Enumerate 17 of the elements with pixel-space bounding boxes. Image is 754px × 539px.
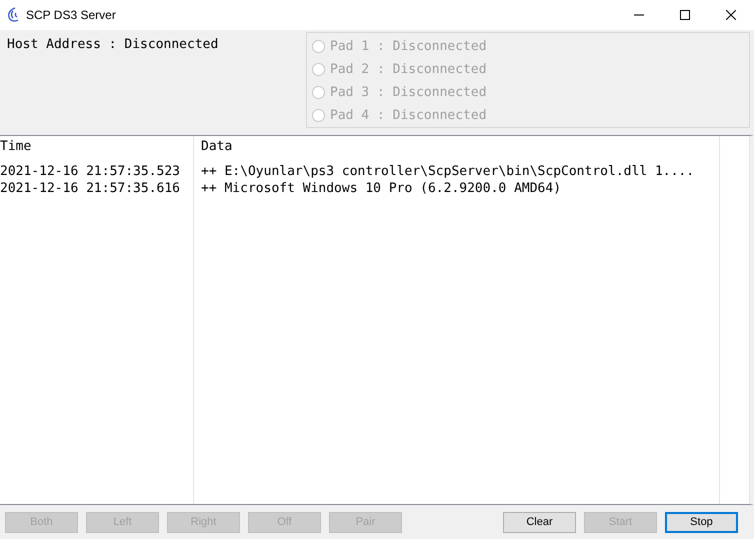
table-cell-text: ++ Microsoft Windows 10 Pro (6.2.9200.0 AMD64) — [200, 180, 562, 197]
maximize-icon — [680, 10, 690, 20]
window-title: SCP DS3 Server — [26, 8, 117, 22]
column-header[interactable]: Data — [194, 138, 232, 155]
table-cell: 2021-12-16 21:57:35.616 — [0, 180, 180, 197]
pad-status-label: Pad 3 : Disconnected — [330, 85, 487, 100]
server-button[interactable]: Clear — [503, 512, 576, 532]
pad-status-label: Pad 4 : Disconnected — [330, 108, 487, 123]
column-header[interactable]: Time — [0, 138, 32, 155]
pad-status-label: Pad 2 : Disconnected — [330, 62, 487, 77]
app-logo-icon — [6, 7, 20, 23]
server-button[interactable]: Stop — [665, 512, 738, 532]
close-icon — [726, 10, 736, 20]
table-cell-text: ++ E:\Oyunlar\ps3 controller\ScpServer\bin\ScpControl.dll 1.... — [200, 163, 694, 180]
host-address-label: Host Address : Disconnected — [7, 37, 220, 54]
table-cell: 2021-12-16 21:57:35.523 — [0, 163, 180, 180]
pad-status-label: Pad 1 : Disconnected — [330, 39, 487, 54]
